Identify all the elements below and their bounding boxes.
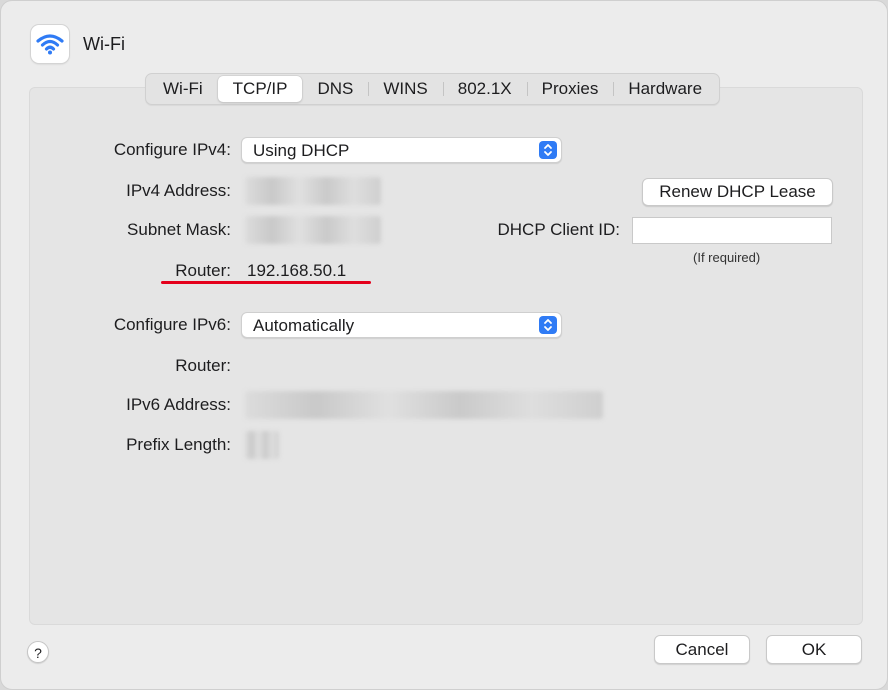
configure-ipv4-select[interactable]: Using DHCP <box>241 137 562 163</box>
tab-dns[interactable]: DNS <box>302 76 368 102</box>
prefix-length-label: Prefix Length: <box>126 435 231 454</box>
configure-ipv4-label: Configure IPv4: <box>113 140 231 159</box>
ipv4-router-label: Router: <box>175 261 231 280</box>
ipv6-address-redacted <box>245 391 603 419</box>
configure-ipv6-label: Configure IPv6: <box>113 315 231 334</box>
ipv6-router-label: Router: <box>175 356 231 375</box>
tab-wins[interactable]: WINS <box>368 76 442 102</box>
popup-stepper-icon <box>539 141 557 159</box>
configure-ipv4-value: Using DHCP <box>253 141 350 160</box>
cancel-button[interactable]: Cancel <box>654 635 750 664</box>
tab-bar: Wi-Fi TCP/IP DNS WINS 802.1X Proxies Har… <box>145 73 721 105</box>
ipv4-address-label: IPv4 Address: <box>126 181 231 200</box>
ipv4-address-redacted <box>245 177 381 205</box>
prefix-length-redacted <box>245 431 279 459</box>
ipv6-address-label: IPv6 Address: <box>126 395 231 414</box>
tab-8021x[interactable]: 802.1X <box>442 76 527 102</box>
tcpip-panel <box>29 87 863 625</box>
subnet-mask-label: Subnet Mask: <box>127 220 231 239</box>
popup-stepper-icon <box>539 316 557 334</box>
ok-button[interactable]: OK <box>766 635 862 664</box>
renew-dhcp-lease-button[interactable]: Renew DHCP Lease <box>642 178 833 206</box>
subnet-mask-redacted <box>245 216 381 244</box>
tab-tcpip[interactable]: TCP/IP <box>217 76 303 102</box>
client-id-note: (If required) <box>693 250 761 265</box>
network-settings-window: Wi-Fi Wi-Fi TCP/IP DNS WINS 802.1X Proxi… <box>0 0 888 690</box>
wifi-icon <box>31 25 69 63</box>
dhcp-client-id-field[interactable] <box>632 217 832 244</box>
window-title: Wi-Fi <box>83 34 125 54</box>
ipv4-router-value: 192.168.50.1 <box>247 261 347 280</box>
router-highlight-underline <box>161 281 371 284</box>
configure-ipv6-select[interactable]: Automatically <box>241 312 562 338</box>
tab-wifi[interactable]: Wi-Fi <box>148 76 218 102</box>
configure-ipv6-value: Automatically <box>253 316 355 335</box>
help-button[interactable]: ? <box>27 641 49 663</box>
tab-hardware[interactable]: Hardware <box>613 76 717 102</box>
dhcp-client-id-label: DHCP Client ID: <box>497 220 621 239</box>
tab-proxies[interactable]: Proxies <box>526 76 614 102</box>
